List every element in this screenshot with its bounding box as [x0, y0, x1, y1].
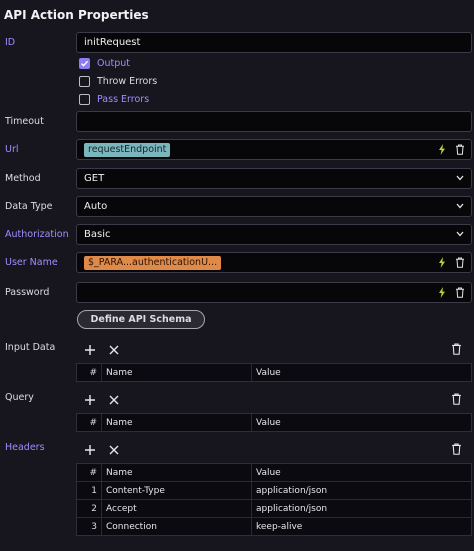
header-value[interactable]: application/json — [251, 500, 471, 517]
column-header: # — [89, 467, 97, 478]
column-header: Value — [251, 414, 471, 431]
header-name[interactable]: Accept — [101, 500, 251, 517]
password-label: Password — [5, 287, 50, 298]
query-label: Query — [5, 392, 34, 403]
authorization-select[interactable]: Basic — [76, 224, 472, 245]
trash-icon[interactable] — [455, 144, 465, 155]
column-header: Value — [251, 364, 471, 381]
pass-errors-label: Pass Errors — [97, 94, 150, 105]
table-row[interactable]: 1 Content-Type application/json — [77, 481, 471, 499]
column-header: # — [89, 417, 97, 428]
id-field[interactable]: initRequest — [76, 32, 472, 53]
chevron-down-icon — [456, 231, 464, 238]
plus-icon[interactable] — [84, 444, 96, 456]
method-label: Method — [5, 173, 41, 184]
throw-errors-checkbox[interactable] — [79, 76, 90, 87]
user-name-label: User Name — [5, 257, 58, 268]
header-name[interactable]: Content-Type — [101, 482, 251, 499]
query-table: # Name Value — [76, 413, 472, 432]
table-header-row: # Name Value — [77, 414, 471, 431]
password-field[interactable] — [76, 282, 472, 303]
trash-icon[interactable] — [451, 343, 462, 355]
plus-icon[interactable] — [84, 394, 96, 406]
close-icon[interactable] — [108, 444, 120, 456]
url-field[interactable]: requestEndpoint — [76, 139, 472, 160]
trash-icon[interactable] — [451, 393, 462, 405]
url-tag[interactable]: requestEndpoint — [84, 142, 171, 157]
row-number: 3 — [91, 521, 97, 532]
id-label: ID — [5, 37, 16, 48]
close-icon[interactable] — [108, 394, 120, 406]
method-select[interactable]: GET — [76, 168, 472, 189]
header-value[interactable]: keep-alive — [251, 518, 471, 535]
column-header: Name — [101, 464, 251, 481]
panel-title: API Action Properties — [4, 8, 149, 22]
header-name[interactable]: Connection — [101, 518, 251, 535]
headers-label: Headers — [5, 442, 45, 453]
throw-errors-label: Throw Errors — [97, 76, 158, 87]
timeout-label: Timeout — [5, 116, 44, 127]
url-label: Url — [5, 144, 19, 155]
check-icon — [81, 60, 89, 67]
column-header: Value — [251, 464, 471, 481]
user-name-tag[interactable]: $_PARA...authenticationU... — [84, 255, 222, 270]
id-value: initRequest — [84, 37, 141, 48]
table-row[interactable]: 3 Connection keep-alive — [77, 517, 471, 535]
lightning-icon[interactable] — [438, 287, 446, 298]
input-data-label: Input Data — [5, 342, 56, 353]
method-value: GET — [84, 173, 105, 184]
chevron-down-icon — [456, 203, 464, 210]
trash-icon[interactable] — [455, 287, 465, 298]
trash-icon[interactable] — [451, 443, 462, 455]
data-type-label: Data Type — [5, 201, 53, 212]
row-number: 2 — [91, 503, 97, 514]
trash-icon[interactable] — [455, 257, 465, 268]
timeout-field[interactable] — [76, 111, 472, 132]
define-api-schema-button[interactable]: Define API Schema — [77, 310, 205, 329]
authorization-label: Authorization — [5, 229, 69, 240]
table-header-row: # Name Value — [77, 464, 471, 481]
data-type-value: Auto — [84, 201, 108, 212]
row-number: 1 — [91, 485, 97, 496]
column-header: Name — [101, 364, 251, 381]
input-data-table: # Name Value — [76, 363, 472, 382]
column-header: # — [89, 367, 97, 378]
table-header-row: # Name Value — [77, 364, 471, 381]
data-type-select[interactable]: Auto — [76, 196, 472, 217]
pass-errors-checkbox[interactable] — [79, 94, 90, 105]
chevron-down-icon — [456, 175, 464, 182]
output-label: Output — [97, 58, 130, 69]
output-checkbox[interactable] — [79, 58, 90, 69]
header-value[interactable]: application/json — [251, 482, 471, 499]
headers-table: # Name Value 1 Content-Type application/… — [76, 463, 472, 536]
column-header: Name — [101, 414, 251, 431]
authorization-value: Basic — [84, 229, 111, 240]
close-icon[interactable] — [108, 344, 120, 356]
lightning-icon[interactable] — [438, 144, 446, 155]
lightning-icon[interactable] — [438, 257, 446, 268]
user-name-field[interactable]: $_PARA...authenticationU... — [76, 252, 472, 273]
plus-icon[interactable] — [84, 344, 96, 356]
table-row[interactable]: 2 Accept application/json — [77, 499, 471, 517]
